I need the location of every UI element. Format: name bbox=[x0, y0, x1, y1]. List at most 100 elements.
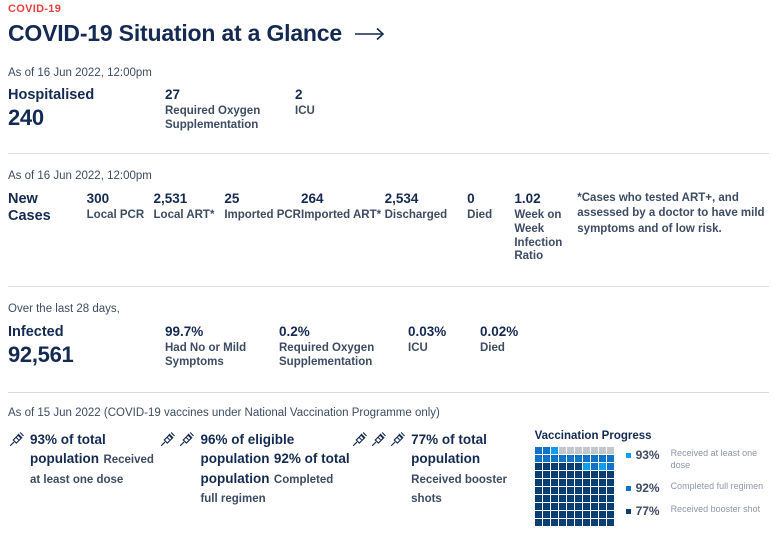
vaccination-highlight: 93% of total population bbox=[30, 431, 106, 467]
waffle-cell bbox=[534, 454, 542, 462]
new-cases-footnote: *Cases who tested ART+, and assessed by … bbox=[577, 191, 765, 235]
vaccination-asof: As of 15 Jun 2022 (COVID-19 vaccines und… bbox=[8, 406, 440, 419]
waffle-cell bbox=[542, 486, 550, 494]
legend-item: 92% Completed full regimen bbox=[625, 480, 769, 495]
metric-caption: Imported ART* bbox=[301, 208, 382, 221]
waffle-cell bbox=[574, 502, 582, 510]
waffle-cell bbox=[582, 502, 590, 510]
vaccination-col-text: 93% of total population Received at leas… bbox=[30, 430, 159, 489]
waffle-cell bbox=[598, 478, 606, 486]
metric-imported-pcr: 25 Imported PCR bbox=[224, 191, 301, 223]
metric-caption: Died bbox=[480, 342, 505, 355]
eyebrow-label: COVID-19 bbox=[8, 3, 62, 15]
waffle-cell bbox=[542, 462, 550, 470]
metric-mild-symptoms: 99.7% Had No or Mild Symptoms bbox=[165, 324, 279, 370]
waffle-cell bbox=[550, 470, 558, 478]
waffle-cell bbox=[534, 470, 542, 478]
waffle-cell bbox=[582, 446, 590, 454]
waffle-cell bbox=[606, 446, 614, 454]
covid-situation-page: COVID-19 COVID-19 Situation at a Glance … bbox=[0, 0, 777, 559]
metric-value: 300 bbox=[86, 190, 110, 206]
waffle-cell bbox=[582, 494, 590, 502]
syringe-icon bbox=[370, 431, 387, 448]
page-title: COVID-19 Situation at a Glance bbox=[8, 20, 342, 46]
infected-asof: Over the last 28 days, bbox=[8, 303, 120, 316]
new-cases-label-line1: New bbox=[8, 190, 38, 207]
waffle-cell bbox=[606, 502, 614, 510]
legend-description: Received booster shot bbox=[670, 503, 761, 514]
waffle-cell bbox=[598, 502, 606, 510]
hospitalised-section: As of 16 Jun 2022, 12:00pm Hospitalised … bbox=[8, 47, 769, 133]
arrow-right-icon[interactable] bbox=[354, 26, 388, 42]
vaccination-highlight: 77% of total population bbox=[411, 431, 487, 467]
new-cases-asof: As of 16 Jun 2022, 12:00pm bbox=[8, 169, 152, 182]
waffle-cell bbox=[566, 478, 574, 486]
waffle-cell bbox=[550, 462, 558, 470]
waffle-cell bbox=[590, 446, 598, 454]
new-cases-headline: New Cases bbox=[8, 191, 87, 225]
waffle-cell bbox=[606, 494, 614, 502]
waffle-cell bbox=[550, 446, 558, 454]
metric-caption: Local PCR bbox=[86, 208, 145, 221]
metric-value: 2,531 bbox=[153, 190, 188, 206]
waffle-cell bbox=[598, 462, 606, 470]
infected-headline: Infected 92,561 bbox=[8, 324, 165, 368]
chart-legend: 93% Received at least one dose 92% Complete… bbox=[625, 447, 769, 518]
waffle-cell bbox=[550, 510, 558, 518]
metric-value: 0 bbox=[467, 190, 475, 206]
metric-caption: Week on Week Infection Ratio bbox=[514, 208, 563, 263]
legend-description: Completed full regimen bbox=[670, 480, 764, 491]
syringe-icon bbox=[159, 431, 176, 448]
metric-caption: Discharged bbox=[384, 208, 448, 221]
waffle-cell bbox=[582, 478, 590, 486]
metric-value: 264 bbox=[301, 190, 324, 206]
waffle-cell bbox=[582, 510, 590, 518]
waffle-cell bbox=[590, 470, 598, 478]
waffle-cell bbox=[574, 478, 582, 486]
vaccination-col-booster: 77% of total population Received booster… bbox=[351, 430, 526, 526]
metric-died: 0.02% Died bbox=[480, 324, 518, 356]
legend-swatch bbox=[625, 508, 631, 514]
metric-value: 0.02% bbox=[480, 324, 519, 340]
waffle-cell bbox=[550, 494, 558, 502]
syringe-icon-group bbox=[159, 430, 195, 448]
metric-icu: 0.03% ICU bbox=[408, 324, 480, 356]
waffle-cell bbox=[606, 462, 614, 470]
infected-stats: Infected 92,561 99.7% Had No or Mild Sym… bbox=[8, 324, 769, 370]
waffle-cell bbox=[534, 510, 542, 518]
syringe-icon bbox=[8, 431, 25, 448]
legend-item: 93% Received at least one dose bbox=[625, 447, 769, 472]
vaccination-col-full-regimen: 96% of eligible population 92% of total … bbox=[159, 430, 351, 526]
legend-swatch bbox=[625, 485, 631, 491]
waffle-cell bbox=[550, 518, 558, 526]
metric-caption: Died bbox=[467, 208, 493, 221]
waffle-cell bbox=[558, 494, 566, 502]
hospitalised-value: 240 bbox=[8, 105, 44, 131]
syringe-icon-group bbox=[8, 430, 25, 448]
waffle-cell bbox=[574, 454, 582, 462]
vaccination-sub: Received booster shots bbox=[411, 473, 508, 506]
metric-value: 0.03% bbox=[408, 324, 447, 340]
legend-percent: 93% bbox=[635, 447, 660, 462]
metric-week-on-week-ratio: 1.02 Week on Week Infection Ratio bbox=[514, 191, 577, 264]
metric-caption: Required Oxygen Supplementation bbox=[165, 105, 261, 131]
waffle-cell bbox=[566, 462, 574, 470]
syringe-icon bbox=[389, 431, 406, 448]
waffle-cell bbox=[558, 470, 566, 478]
waffle-cell bbox=[598, 446, 606, 454]
hospitalised-label: Hospitalised bbox=[8, 87, 95, 103]
waffle-cell bbox=[534, 486, 542, 494]
metric-caption: Had No or Mild Symptoms bbox=[165, 342, 247, 369]
waffle-cell bbox=[542, 478, 550, 486]
waffle-cell bbox=[574, 494, 582, 502]
waffle-cell bbox=[582, 486, 590, 494]
metric-required-oxygen: 0.2% Required Oxygen Supplementation bbox=[279, 324, 408, 370]
waffle-cell bbox=[542, 446, 550, 454]
hospitalised-stats: Hospitalised 240 27 Required Oxygen Supp… bbox=[8, 87, 769, 133]
waffle-cell bbox=[566, 486, 574, 494]
legend-description: Received at least one dose bbox=[670, 447, 758, 470]
waffle-cell bbox=[598, 510, 606, 518]
vaccination-section: As of 15 Jun 2022 (COVID-19 vaccines und… bbox=[8, 393, 769, 526]
waffle-cell bbox=[550, 454, 558, 462]
metric-value: 27 bbox=[165, 87, 181, 102]
